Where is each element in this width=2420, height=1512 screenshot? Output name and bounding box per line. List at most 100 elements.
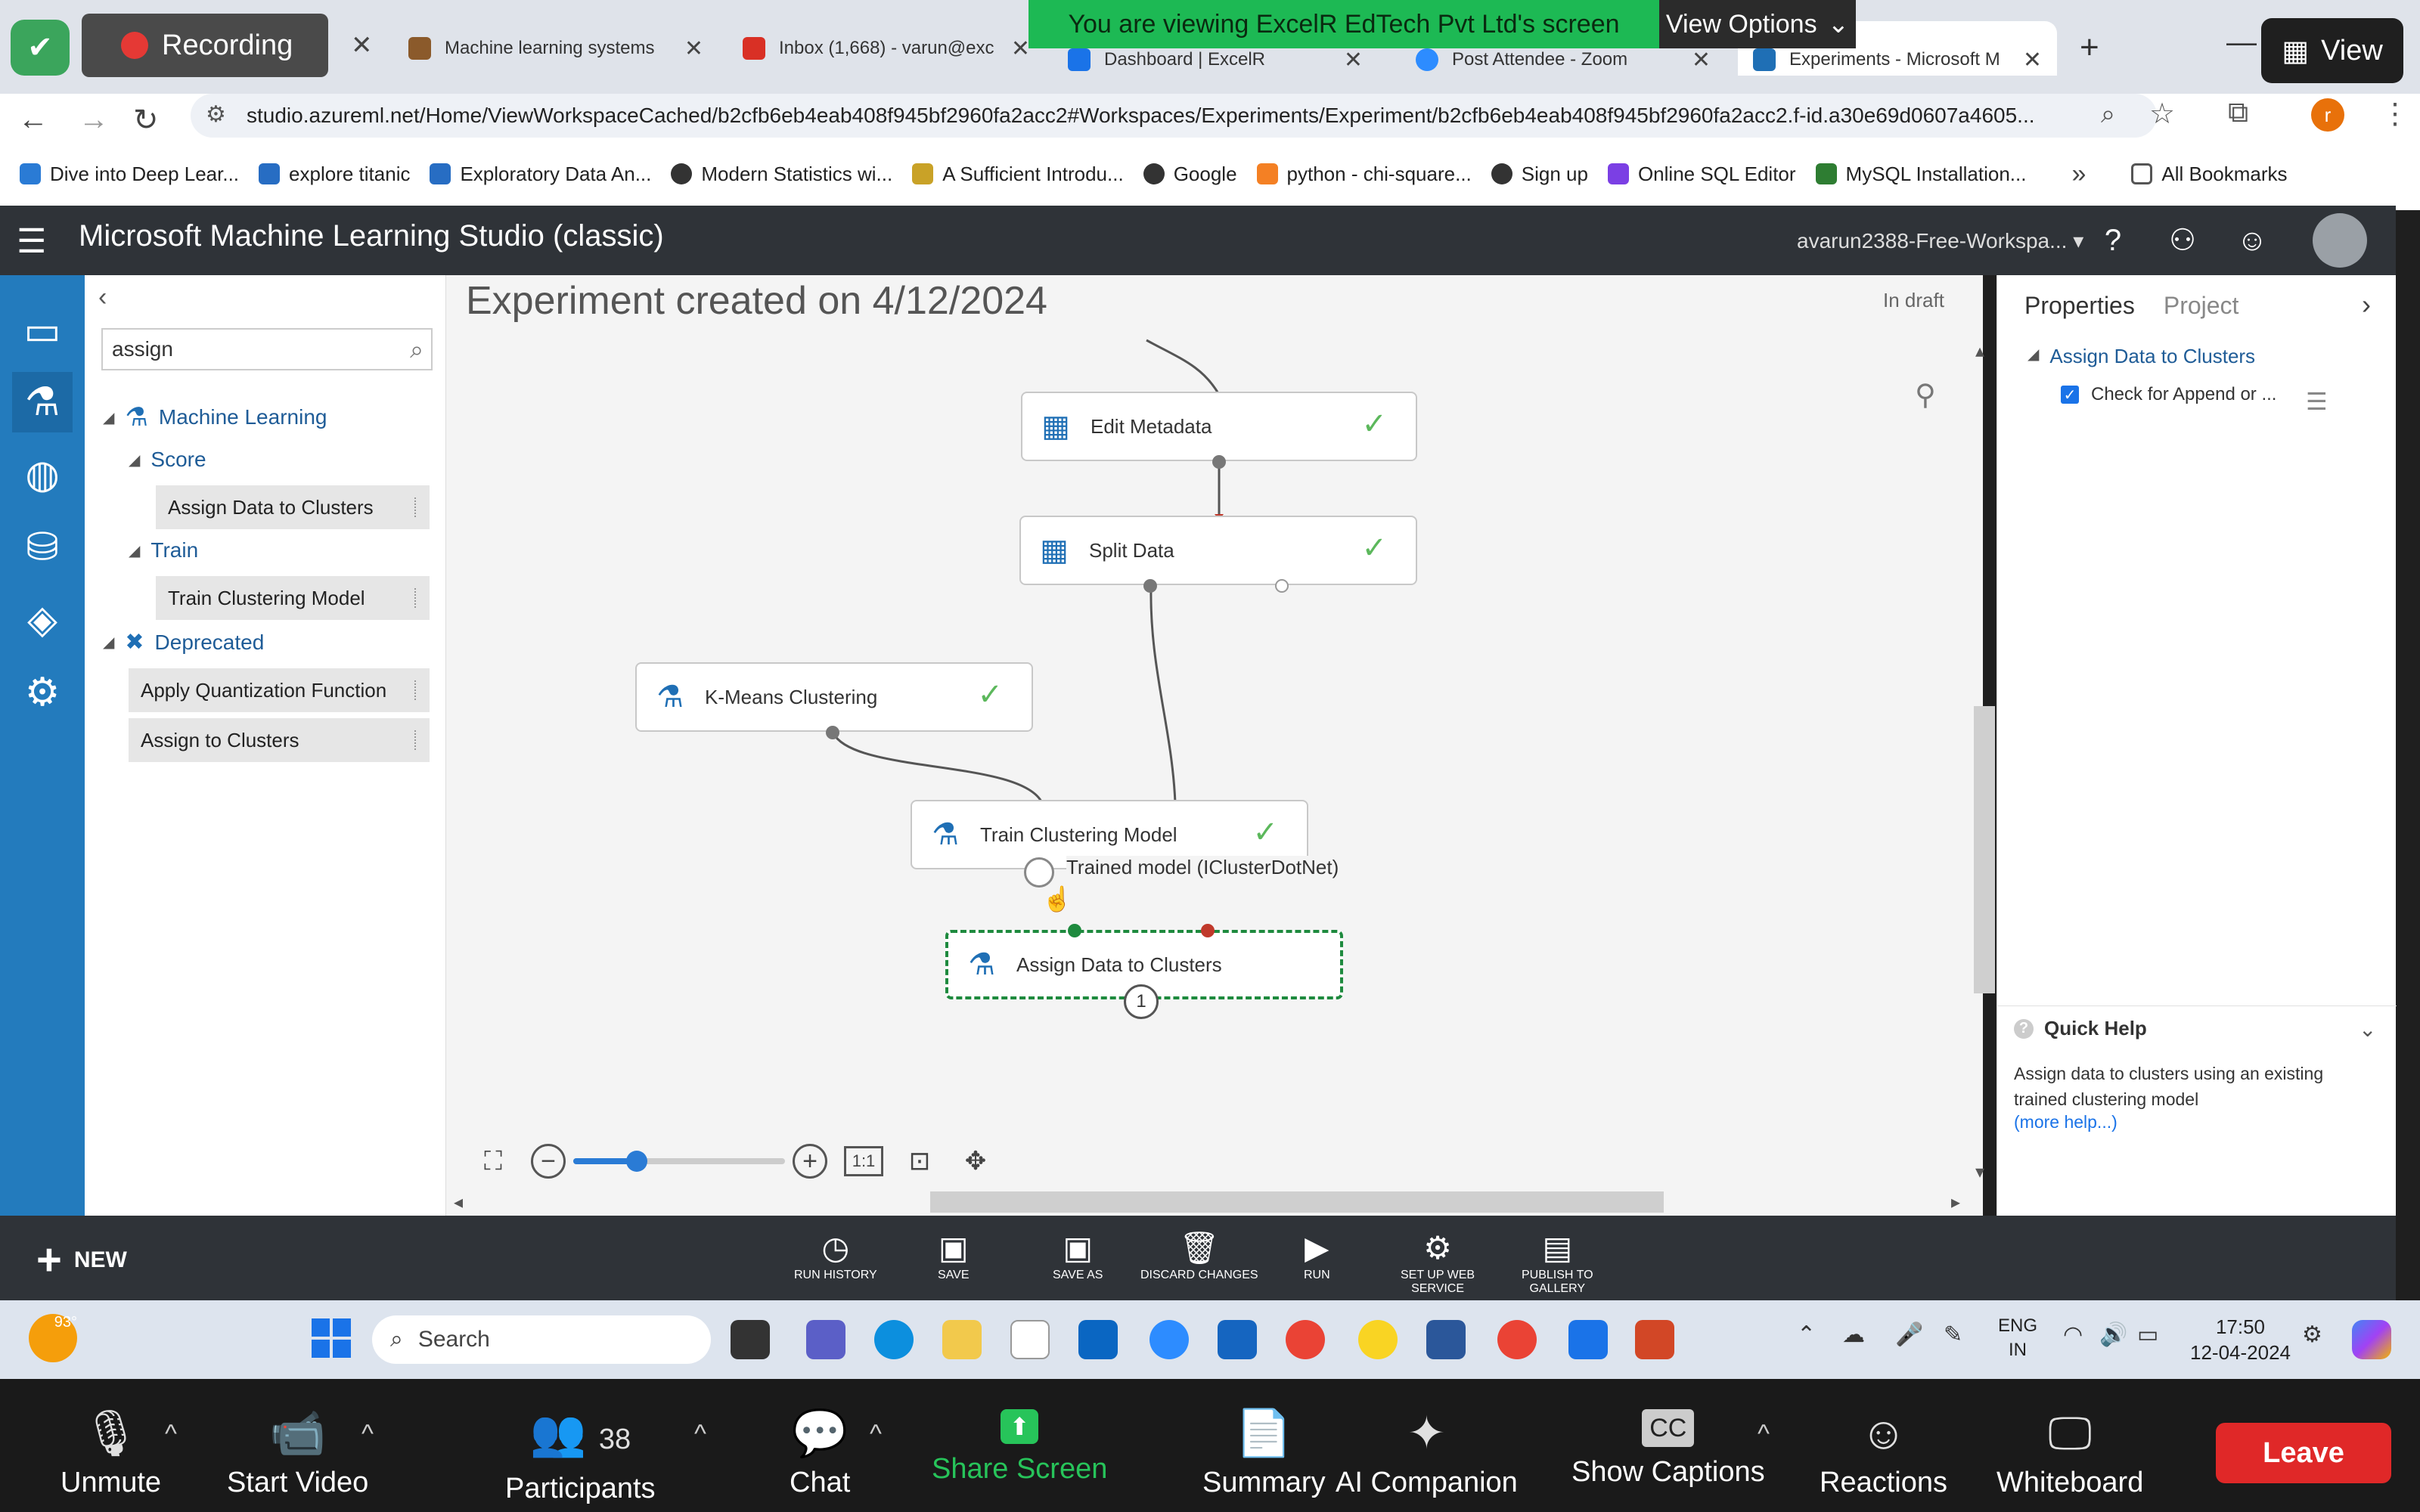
projects-icon[interactable]: ▭ (12, 301, 73, 361)
properties-section[interactable]: ◢ Assign Data to Clusters (2028, 345, 2255, 368)
workspace-selector[interactable]: avarun2388-Free-Workspa... ▾ (1797, 228, 2083, 253)
pan-move-icon[interactable]: ✥ (956, 1142, 995, 1181)
chrome-profile-icon[interactable] (1497, 1320, 1537, 1359)
edge-icon[interactable] (874, 1320, 914, 1359)
node-kmeans-clustering[interactable]: ⚗ K-Means Clustering ✓ (635, 662, 1033, 732)
check-for-append-option[interactable]: ✓ Check for Append or ... (2061, 384, 2276, 405)
zoom-out-icon[interactable]: − (531, 1144, 566, 1179)
checkbox[interactable]: ✓ (2061, 386, 2079, 404)
web-services-globe-icon[interactable]: ◍ (12, 445, 73, 505)
scroll-down-icon[interactable]: ▾ (1975, 1161, 1984, 1183)
output-port[interactable] (1212, 455, 1226, 469)
palette-search-input[interactable] (103, 330, 375, 369)
setup-web-service-button[interactable]: ⚙ SET UP WEB SERVICE (1401, 1232, 1475, 1296)
tree-group-train[interactable]: ◢ Train (129, 538, 198, 562)
tree-group-deprecated[interactable]: ◢ ✖ Deprecated (103, 629, 264, 655)
close-tab-icon[interactable]: ✕ (1011, 36, 1030, 62)
reload-icon[interactable]: ↻ (133, 103, 159, 138)
quick-help-header[interactable]: ? Quick Help (2014, 1017, 2147, 1040)
powerpoint-icon[interactable] (1635, 1320, 1674, 1359)
close-tab-icon[interactable]: ✕ (684, 36, 703, 62)
scroll-left-icon[interactable]: ◂ (454, 1191, 463, 1213)
fit-to-screen-icon[interactable]: ⛶ (473, 1142, 513, 1181)
profile-avatar[interactable]: r (2311, 98, 2344, 132)
chevron-up-icon[interactable]: ⌃ (1797, 1321, 1816, 1348)
run-history-button[interactable]: ◷ RUN HISTORY (794, 1232, 877, 1282)
vertical-scrollbar[interactable] (1974, 706, 1995, 993)
wifi-icon[interactable]: ◠ (2063, 1321, 2083, 1348)
volume-icon[interactable]: 🔊 (2099, 1321, 2127, 1348)
trained-models-cube-icon[interactable]: ◈ (12, 590, 73, 650)
hamburger-menu-icon[interactable]: ☰ (17, 222, 46, 261)
notifications-icon[interactable]: ⚙ (2302, 1321, 2322, 1348)
save-button[interactable]: ▣ SAVE (938, 1232, 970, 1282)
palette-search[interactable]: ⌕ (101, 328, 433, 370)
datasets-icon[interactable]: ⛁ (12, 517, 73, 578)
show-captions-button[interactable]: CC Show Captions (1571, 1409, 1765, 1489)
close-tab-icon[interactable]: ✕ (2023, 47, 2042, 73)
tab-ml-systems[interactable]: Machine learning systems ✕ (393, 21, 718, 76)
collapse-palette-icon[interactable]: ‹ (98, 283, 107, 312)
tab-properties[interactable]: Properties (2024, 292, 2135, 320)
start-video-button[interactable]: 📹 Start Video (227, 1409, 368, 1499)
whiteboard-button[interactable]: 🖵 Whiteboard (1996, 1409, 2143, 1499)
captions-caret-icon[interactable]: ^ (1758, 1420, 1770, 1449)
bookmark-item[interactable]: A Sufficient Introdu... (912, 163, 1124, 186)
bookmark-item[interactable]: Sign up (1491, 163, 1588, 186)
mail-icon[interactable] (1078, 1320, 1118, 1359)
site-info-icon[interactable]: ⚙ (206, 101, 226, 128)
language-indicator[interactable]: ENG IN (1998, 1314, 2037, 1362)
trained-model-output-port[interactable] (1024, 857, 1054, 888)
actual-size-button[interactable]: 1:1 (844, 1146, 883, 1176)
chrome-icon[interactable] (1286, 1320, 1325, 1359)
help-icon[interactable]: ? (2095, 222, 2131, 259)
ai-companion-button[interactable]: ✦ AI Companion (1336, 1409, 1518, 1499)
publish-gallery-button[interactable]: ▤ PUBLISH TO GALLERY (1522, 1232, 1593, 1296)
teams-icon[interactable] (806, 1320, 845, 1359)
kebab-menu-icon[interactable]: ⋮ (2381, 97, 2409, 131)
run-button[interactable]: ▶ RUN (1304, 1232, 1330, 1282)
notepad-icon[interactable] (1010, 1320, 1050, 1359)
zoom-slider[interactable] (573, 1142, 785, 1181)
notepad-blue-icon[interactable] (1568, 1320, 1608, 1359)
tab-inbox[interactable]: Inbox (1,668) - varun@exc ✕ (728, 21, 1045, 76)
video-options-caret-icon[interactable]: ^ (361, 1420, 374, 1449)
all-bookmarks[interactable]: All Bookmarks (2131, 163, 2288, 186)
output-port-2[interactable] (1275, 579, 1289, 593)
chevron-down-icon[interactable]: ⌄ (2359, 1017, 2376, 1042)
unmute-button[interactable]: 🎙 Unmute (60, 1409, 161, 1499)
bookmark-item[interactable]: Dive into Deep Lear... (20, 163, 239, 186)
microphone-icon[interactable]: 🎤 (1895, 1321, 1923, 1348)
community-icon[interactable]: ⚇ (2164, 222, 2201, 259)
input-port-model[interactable] (1068, 924, 1081, 937)
output-port[interactable] (826, 726, 839, 739)
palette-item-assign-data-to-clusters[interactable]: Assign Data to Clusters (156, 485, 430, 529)
output-port-1[interactable] (1143, 579, 1157, 593)
close-tab-icon[interactable]: ✕ (351, 30, 373, 60)
onedrive-icon[interactable]: ☁ (1842, 1321, 1865, 1348)
zoom-in-icon[interactable]: + (793, 1144, 827, 1179)
output-count-badge[interactable]: 1 (1124, 984, 1159, 1019)
settings-gear-icon[interactable]: ⚙ (12, 662, 73, 723)
scroll-up-icon[interactable]: ▴ (1975, 340, 1984, 362)
reactions-button[interactable]: ☺ Reactions (1820, 1409, 1947, 1499)
star-icon[interactable]: ☆ (2149, 97, 2175, 131)
whiteboard-app-icon[interactable] (1218, 1320, 1257, 1359)
share-screen-button[interactable]: ⬆ Share Screen (932, 1409, 1107, 1486)
copilot-icon[interactable] (2352, 1320, 2391, 1359)
windows-start-icon[interactable] (312, 1318, 351, 1358)
tree-group-score[interactable]: ◢ Score (129, 448, 206, 472)
bookmark-item[interactable]: Google (1143, 163, 1237, 186)
experiment-canvas[interactable]: Experiment created on 4/12/2024 In draft… (446, 275, 1983, 1216)
new-tab-icon[interactable]: + (2080, 29, 2099, 67)
view-options-button[interactable]: View Options ⌄ (1659, 0, 1856, 48)
task-view-icon[interactable] (731, 1320, 770, 1359)
new-button[interactable]: + NEW (36, 1238, 127, 1282)
collapse-panel-icon[interactable]: › (2362, 289, 2371, 321)
url-text[interactable]: studio.azureml.net/Home/ViewWorkspaceCac… (247, 104, 2077, 128)
node-split-data[interactable]: ▦ Split Data ✓ (1019, 516, 1417, 585)
save-as-button[interactable]: ▣ SAVE AS (1053, 1232, 1103, 1282)
experiments-flask-icon[interactable]: ⚗ (12, 372, 73, 432)
close-tab-icon[interactable]: ✕ (1692, 47, 1711, 73)
palette-item-assign-to-clusters[interactable]: Assign to Clusters (129, 718, 430, 762)
